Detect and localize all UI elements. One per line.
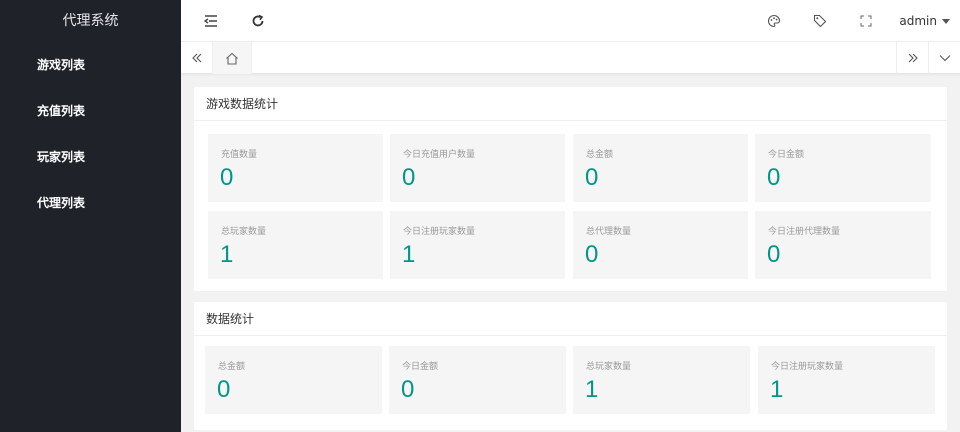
- sidebar-item-game-list[interactable]: 游戏列表: [0, 42, 181, 88]
- stat-value: 0: [585, 241, 599, 268]
- stat-card: 今日充值用户数量 0: [390, 134, 565, 202]
- caret-down-icon: [942, 19, 950, 24]
- stat-card: 总金额 0: [205, 346, 382, 414]
- stat-label: 今日金额: [402, 362, 439, 372]
- stat-value: 0: [401, 376, 415, 403]
- data-stats-title: 数据统计: [194, 302, 947, 336]
- stat-value: 1: [220, 241, 234, 268]
- stat-label: 总玩家数量: [586, 362, 632, 372]
- double-left-icon[interactable]: [181, 42, 213, 74]
- sidebar-item-player-list[interactable]: 玩家列表: [0, 134, 181, 180]
- stat-label: 总金额: [586, 150, 614, 160]
- stat-label: 今日注册代理数量: [768, 227, 841, 237]
- stat-value: 0: [767, 241, 781, 268]
- stat-card: 总代理数量 0: [573, 211, 748, 279]
- tab-home[interactable]: [213, 42, 252, 74]
- stat-value: 1: [402, 241, 416, 268]
- stat-card: 今日注册玩家数量 1: [758, 346, 935, 414]
- stat-label: 今日金额: [768, 150, 805, 160]
- game-stats-title: 游戏数据统计: [194, 87, 947, 121]
- stat-value: 0: [402, 164, 416, 191]
- stat-card: 今日注册代理数量 0: [755, 211, 931, 279]
- stat-label: 总代理数量: [586, 227, 632, 237]
- app-title: 代理系统: [62, 13, 119, 29]
- stat-card: 今日金额 0: [389, 346, 566, 414]
- sidebar: 代理系统 游戏列表 充值列表 玩家列表 代理列表: [0, 0, 181, 432]
- stat-card: 今日注册玩家数量 1: [390, 211, 565, 279]
- user-name: admin: [899, 14, 937, 28]
- stat-value: 1: [585, 376, 599, 403]
- stat-card: 总玩家数量 1: [573, 346, 750, 414]
- data-stats-card: 数据统计 总金额 0 今日金额 0 总玩家数量 1 今日注册玩家数量 1: [194, 302, 947, 430]
- home-icon: [226, 52, 238, 65]
- tab-bar: [181, 42, 960, 74]
- theme-icon[interactable]: [754, 0, 794, 42]
- tag-icon[interactable]: [800, 0, 840, 42]
- menu-fold-icon[interactable]: [191, 0, 231, 42]
- stat-label: 今日充值用户数量: [403, 150, 476, 160]
- stat-card: 充值数量 0: [208, 134, 383, 202]
- stat-card: 今日金额 0: [755, 134, 931, 202]
- stat-label: 今日注册玩家数量: [403, 227, 476, 237]
- game-stats-card: 游戏数据统计 充值数量 0 今日充值用户数量 0 总金额 0 今日金额 0 总玩…: [194, 87, 947, 291]
- user-menu[interactable]: admin: [899, 0, 950, 42]
- stat-value: 0: [217, 376, 231, 403]
- chevron-down-icon[interactable]: [928, 42, 960, 74]
- stat-label: 总玩家数量: [221, 227, 267, 237]
- stat-label: 充值数量: [221, 150, 258, 160]
- stat-card: 总玩家数量 1: [208, 211, 383, 279]
- stat-value: 0: [767, 164, 781, 191]
- refresh-icon[interactable]: [238, 0, 278, 42]
- sidebar-item-recharge-list[interactable]: 充值列表: [0, 88, 181, 134]
- stat-label: 今日注册玩家数量: [771, 362, 844, 372]
- stat-value: 0: [585, 164, 599, 191]
- stat-value: 0: [220, 164, 234, 191]
- stat-label: 总金额: [218, 362, 246, 372]
- double-right-icon[interactable]: [896, 42, 928, 74]
- top-header: admin: [181, 0, 960, 42]
- stat-value: 1: [770, 376, 784, 403]
- fullscreen-icon[interactable]: [846, 0, 886, 42]
- stat-card: 总金额 0: [573, 134, 748, 202]
- sidebar-item-agent-list[interactable]: 代理列表: [0, 180, 181, 226]
